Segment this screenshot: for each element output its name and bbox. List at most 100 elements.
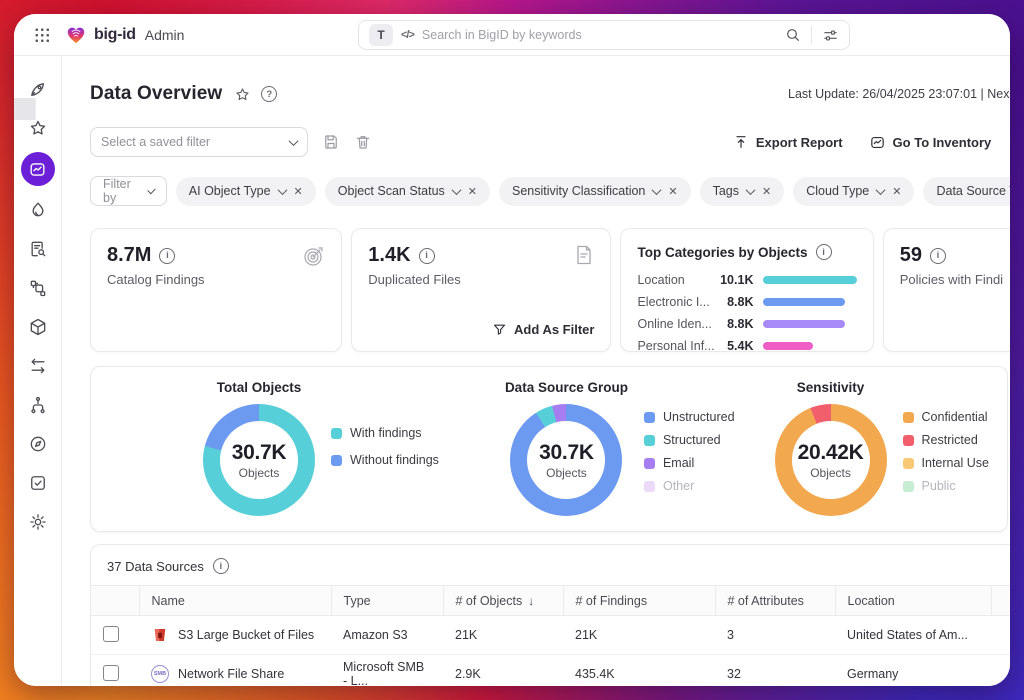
donut-center-value: 30.7K [232, 441, 287, 465]
close-icon[interactable]: ✕ [668, 185, 677, 198]
query-search-toggle[interactable]: </> [401, 29, 414, 41]
chevron-down-icon [876, 185, 886, 195]
column-attributes[interactable]: # of Attributes [715, 586, 835, 616]
funnel-icon [492, 322, 507, 337]
legend-item[interactable]: Internal Use [903, 456, 989, 470]
table-row[interactable]: S3 Large Bucket of Files Amazon S3 21K 2… [91, 616, 1010, 655]
chevron-down-icon [451, 185, 461, 195]
flame-icon[interactable] [27, 199, 49, 221]
star-icon[interactable] [27, 117, 49, 139]
brand-logo[interactable]: big-id Admin [65, 24, 184, 46]
donut-chart-data-source-group[interactable]: 30.7K Objects [510, 404, 622, 516]
duplicated-files-label: Duplicated Files [368, 272, 594, 287]
legend-item[interactable]: Structured [644, 433, 735, 447]
saved-filter-placeholder: Select a saved filter [101, 135, 210, 149]
duplicated-files-card[interactable]: 1.4K i Duplicated Files Add As Filter [351, 228, 611, 352]
close-icon[interactable]: ✕ [294, 185, 303, 198]
column-type[interactable]: Type [331, 586, 443, 616]
column-location[interactable]: Location [835, 586, 991, 616]
report-search-icon[interactable] [27, 238, 49, 260]
help-icon[interactable]: ? [261, 86, 277, 102]
column-name[interactable]: Name [139, 586, 331, 616]
legend-item[interactable]: Confidential [903, 410, 989, 424]
legend-swatch [644, 435, 655, 446]
rocket-icon[interactable] [27, 78, 49, 100]
settings-gear-icon[interactable] [27, 511, 49, 533]
chip-cloud-type[interactable]: Cloud Type ✕ [793, 177, 914, 206]
column-objects[interactable]: # of Objects↓ [443, 586, 563, 616]
category-bar-row[interactable]: Electronic I... 8.8K [637, 293, 856, 311]
compass-icon[interactable] [27, 433, 49, 455]
page-header: Data Overview ? Last Update: 26/04/2025 … [90, 80, 1010, 108]
network-icon[interactable] [27, 394, 49, 416]
save-filter-button[interactable] [322, 133, 340, 151]
stat-cards-row: 8.7M i Catalog Findings 1.4K i [90, 228, 1010, 352]
classification-icon[interactable] [27, 277, 49, 299]
saved-filter-select[interactable]: Select a saved filter [90, 127, 308, 157]
legend-item[interactable]: Unstructured [644, 410, 735, 424]
advanced-filters-icon[interactable] [822, 27, 839, 44]
chip-object-scan-status[interactable]: Object Scan Status ✕ [325, 177, 490, 206]
chevron-down-icon [289, 136, 299, 146]
category-bar-row[interactable]: Online Iden... 8.8K [637, 315, 856, 333]
sort-desc-icon[interactable]: ↓ [528, 594, 534, 608]
swap-arrows-icon[interactable] [27, 355, 49, 377]
saved-filter-bar: Select a saved filter [90, 127, 1010, 157]
close-icon[interactable]: ✕ [892, 185, 901, 198]
chart-title: Data Source Group [505, 380, 628, 395]
category-bar-row[interactable]: Location 10.1K [637, 271, 856, 289]
app-launcher-icon[interactable] [34, 27, 49, 42]
legend-item[interactable]: Without findings [331, 453, 439, 467]
text-search-toggle[interactable]: T [369, 24, 393, 46]
chip-data-source-type[interactable]: Data Source Type ✕ [923, 177, 1010, 206]
category-bar-row[interactable]: Personal Inf... 5.4K [637, 337, 856, 355]
filter-by-dropdown[interactable]: Filter by [90, 176, 167, 206]
duplicated-files-value: 1.4K [368, 244, 410, 267]
catalog-findings-card[interactable]: 8.7M i Catalog Findings [90, 228, 342, 352]
close-icon[interactable]: ✕ [762, 185, 771, 198]
legend-swatch [644, 458, 655, 469]
export-report-button[interactable]: Export Report [733, 134, 843, 150]
info-icon[interactable]: i [419, 248, 435, 264]
chip-tags[interactable]: Tags ✕ [700, 177, 785, 206]
info-icon[interactable]: i [930, 248, 946, 264]
chip-sensitivity-classification[interactable]: Sensitivity Classification ✕ [499, 177, 691, 206]
donut-chart-total-objects[interactable]: 30.7K Objects [203, 404, 315, 516]
policies-card[interactable]: 59 i Policies with Findi [883, 228, 1010, 352]
close-icon[interactable]: ✕ [468, 185, 477, 198]
legend-swatch [331, 455, 342, 466]
chart-title: Top Categories by Objects [637, 245, 807, 260]
table-row[interactable]: SMB Network File Share Microsoft SMB - L… [91, 655, 1010, 687]
info-icon[interactable]: i [816, 244, 832, 260]
data-source-name[interactable]: S3 Large Bucket of Files [178, 628, 314, 642]
go-to-inventory-button[interactable]: Go To Inventory [869, 134, 992, 151]
favorite-star-icon[interactable] [234, 86, 251, 103]
search-icon[interactable] [785, 27, 801, 43]
search-input[interactable]: Search in BigID by keywords [422, 28, 777, 42]
legend-item[interactable]: Restricted [903, 433, 989, 447]
info-icon[interactable]: i [213, 558, 229, 574]
dashboard-icon [28, 160, 47, 179]
legend-item[interactable]: With findings [331, 426, 439, 440]
task-check-icon[interactable] [27, 472, 49, 494]
legend-item[interactable]: Other [644, 479, 735, 493]
cube-icon[interactable] [27, 316, 49, 338]
select-all-header[interactable] [91, 586, 139, 616]
data-source-name[interactable]: Network File Share [178, 667, 284, 681]
top-categories-card[interactable]: Top Categories by Objects i Location 10.… [620, 228, 873, 352]
row-checkbox[interactable] [103, 626, 119, 642]
add-as-filter-button[interactable]: Add As Filter [492, 322, 594, 337]
chip-ai-object-type[interactable]: AI Object Type ✕ [176, 177, 316, 206]
row-checkbox[interactable] [103, 665, 119, 681]
legend-item[interactable]: Email [644, 456, 735, 470]
donut-chart-sensitivity[interactable]: 20.42K Objects [775, 404, 887, 516]
app-window: big-id Admin T </> Search in BigID by ke… [14, 14, 1010, 686]
global-search[interactable]: T </> Search in BigID by keywords [358, 20, 850, 50]
legend-item[interactable]: Public [903, 479, 989, 493]
legend-swatch [903, 481, 914, 492]
delete-filter-button[interactable] [354, 133, 372, 151]
column-findings[interactable]: # of Findings [563, 586, 715, 616]
info-icon[interactable]: i [159, 248, 175, 264]
donut-center-label: Objects [546, 466, 587, 480]
sidebar-item-data-overview-active[interactable] [21, 152, 55, 186]
